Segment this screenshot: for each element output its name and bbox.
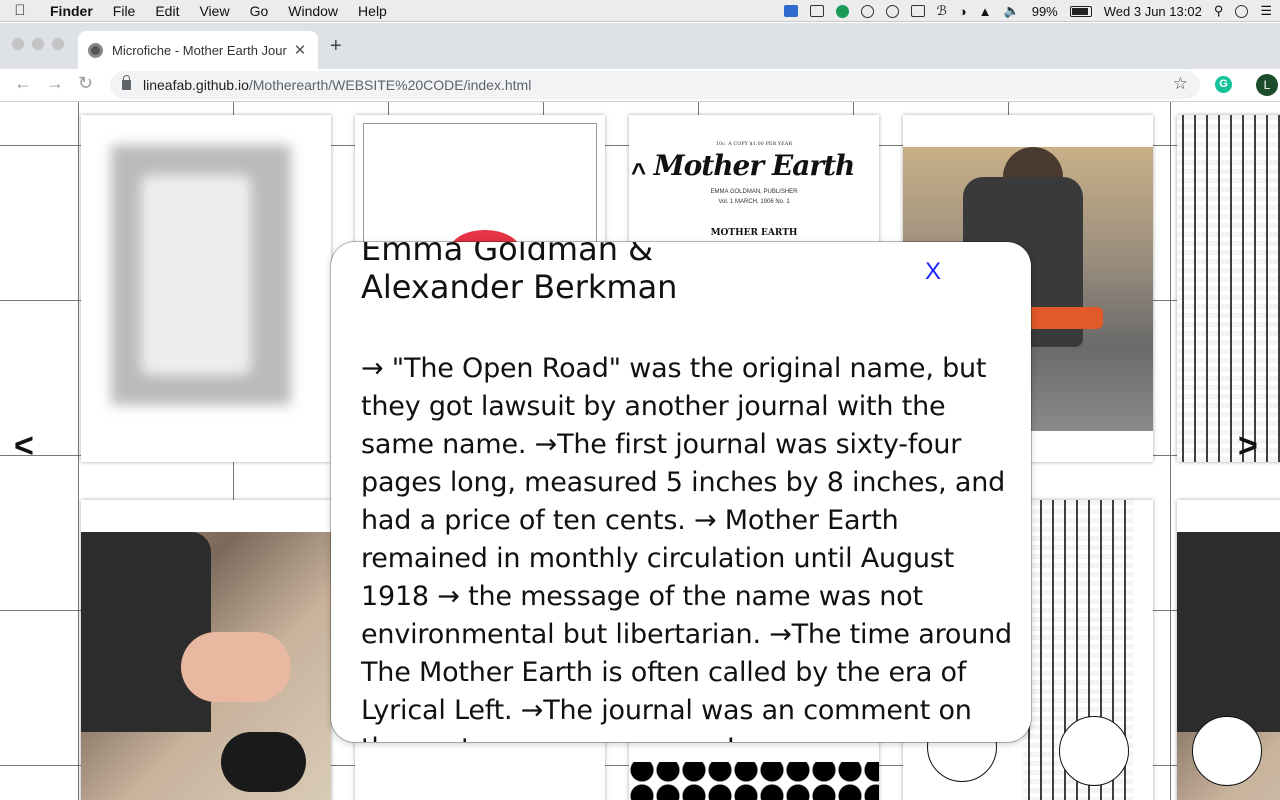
window-close-button[interactable] — [12, 38, 24, 50]
dot-pattern — [629, 762, 879, 800]
spotlight-search-icon[interactable]: ⚲ — [1214, 3, 1224, 19]
modal-close-button[interactable]: X — [925, 258, 941, 286]
chevron-up-icon[interactable]: ^ — [631, 157, 646, 188]
airplay-icon[interactable]: ▲ — [979, 4, 992, 19]
page-viewport: 10c. A COPY $1.00 PER YEAR Mother Earth … — [0, 102, 1280, 800]
menu-app-finder[interactable]: Finder — [40, 0, 103, 22]
lock-icon[interactable] — [122, 75, 131, 90]
battery-percent[interactable]: 99% — [1032, 4, 1058, 19]
modal-title-line2: Alexander Berkman — [361, 268, 678, 306]
chevron-right-icon[interactable]: > — [1238, 427, 1258, 466]
url-host: lineafab.github.io — [143, 77, 249, 93]
siri-icon[interactable] — [1235, 4, 1249, 18]
cover-date: Vol. 1 MARCH, 1906 No. 1 — [718, 199, 790, 205]
tab-title: Microfiche - Mother Earth Jour — [112, 42, 287, 58]
window-zoom-button[interactable] — [52, 38, 64, 50]
new-tab-button[interactable]: + — [330, 35, 342, 58]
printer-icon[interactable] — [910, 5, 925, 17]
reload-button[interactable]: ↻ — [78, 73, 93, 94]
cover-caption: MOTHER EARTH — [710, 228, 798, 238]
macos-menubar:  Finder File Edit View Go Window Help ℬ… — [0, 0, 1280, 22]
modal-body-text: → "The Open Road" was the original name,… — [361, 353, 1012, 742]
site-favicon-icon — [88, 42, 103, 58]
menu-file[interactable]: File — [103, 0, 146, 22]
back-button[interactable]: ← — [14, 73, 32, 94]
cover-title: Mother Earth — [653, 149, 856, 182]
menu-help[interactable]: Help — [348, 0, 397, 22]
browser-tab-active[interactable]: Microfiche - Mother Earth Jour ✕ — [78, 31, 318, 69]
window-controls — [12, 38, 64, 50]
sync-icon[interactable] — [860, 4, 874, 18]
grammarly-status-icon[interactable] — [835, 4, 849, 18]
card-microfiche-photo-2[interactable] — [1177, 500, 1280, 800]
wifi-icon[interactable]: ◑ — [959, 4, 967, 19]
browser-toolbar: ← → ↻ lineafab.github.io /Motherearth/WE… — [0, 69, 1280, 102]
modal-title-line1: Emma Goldman & — [361, 242, 654, 268]
apple-menu-icon[interactable]:  — [0, 2, 40, 19]
volume-icon[interactable]: 🔈 — [1004, 3, 1020, 19]
menu-go[interactable]: Go — [240, 0, 279, 22]
menu-view[interactable]: View — [189, 0, 239, 22]
profile-avatar[interactable]: L — [1256, 74, 1278, 96]
status-app-icon[interactable] — [783, 5, 798, 17]
forward-button[interactable]: → — [46, 73, 64, 94]
circle-shape — [1059, 716, 1129, 786]
modal-scroll-area[interactable]: Emma Goldman & Alexander Berkman → "The … — [361, 242, 1016, 742]
address-bar[interactable]: lineafab.github.io /Motherearth/WEBSITE%… — [110, 71, 1200, 99]
battery-icon[interactable] — [1069, 5, 1092, 17]
bluetooth-icon[interactable]: ℬ — [937, 3, 947, 19]
circle-shape — [1192, 716, 1262, 786]
cover-publisher: EMMA GOLDMAN, PUBLISHER — [710, 189, 798, 195]
blurred-image — [111, 145, 291, 405]
card-microfiche-photo[interactable] — [81, 500, 331, 800]
chevron-left-icon[interactable]: < — [14, 427, 34, 466]
window-minimize-button[interactable] — [32, 38, 44, 50]
document-scan — [1177, 115, 1280, 462]
cover-price-line: 10c. A COPY $1.00 PER YEAR — [715, 141, 793, 147]
notification-center-icon[interactable]: ☰ — [1260, 3, 1272, 19]
status-area: ℬ ◑ ▲ 🔈 99% Wed 3 Jun 13:02 ⚲ ☰ — [783, 0, 1272, 22]
card-document-scan[interactable] — [1177, 115, 1280, 462]
grid-line — [78, 102, 79, 800]
clock[interactable]: Wed 3 Jun 13:02 — [1104, 4, 1202, 19]
browser-tabstrip: Microfiche - Mother Earth Jour ✕ + — [0, 23, 1280, 69]
cloud-icon[interactable] — [885, 4, 899, 18]
modal-title: Emma Goldman & Alexander Berkman — [361, 242, 1016, 306]
grid-line — [1170, 102, 1171, 800]
tab-close-icon[interactable]: ✕ — [292, 41, 308, 59]
menu-window[interactable]: Window — [278, 0, 348, 22]
bookmark-star-icon[interactable]: ☆ — [1173, 74, 1188, 94]
menu-edit[interactable]: Edit — [145, 0, 189, 22]
info-modal: Emma Goldman & Alexander Berkman → "The … — [331, 242, 1031, 742]
url-path: /Motherearth/WEBSITE%20CODE/index.html — [248, 77, 532, 93]
card-blurred-cover[interactable] — [81, 115, 331, 462]
microfiche-photo — [81, 532, 331, 800]
grammarly-extension-icon[interactable]: G — [1215, 76, 1232, 93]
display-icon[interactable] — [809, 5, 824, 17]
